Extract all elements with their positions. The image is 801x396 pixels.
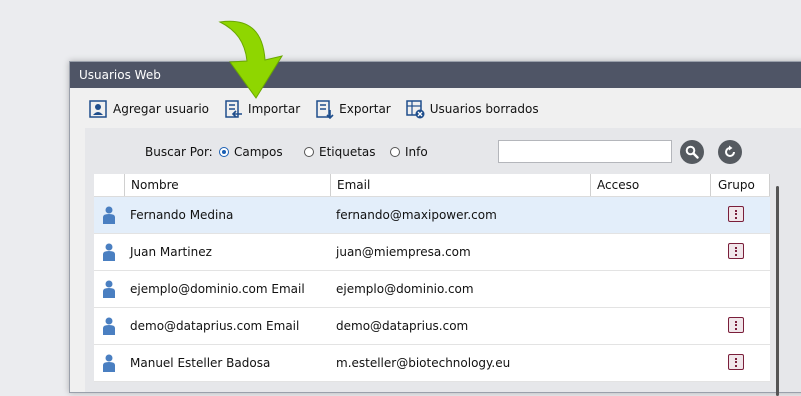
table-row[interactable]: Juan Martinez juan@miempresa.com — [94, 234, 770, 271]
group-menu-button[interactable] — [728, 206, 744, 222]
usuarios-web-window: Usuarios Web Agregar usuario Importar Ex… — [69, 61, 801, 396]
user-name: Fernando Medina — [130, 208, 234, 222]
add-user-label: Agregar usuario — [113, 102, 210, 116]
deleted-users-icon — [405, 100, 425, 119]
user-icon — [103, 354, 115, 372]
refresh-icon — [725, 145, 735, 157]
toolbar: Agregar usuario Importar Exportar Usuari… — [88, 96, 553, 122]
deleted-users-button[interactable]: Usuarios borrados — [405, 99, 539, 119]
search-icon — [685, 145, 699, 159]
export-label: Exportar — [339, 102, 391, 116]
users-panel: Buscar Por: Campos Etiquetas Info Nombre… — [85, 128, 801, 396]
window-title: Usuarios Web — [70, 62, 801, 88]
add-user-button[interactable]: Agregar usuario — [88, 99, 209, 119]
table-row[interactable]: demo@dataprius.com Email demo@dataprius.c… — [94, 308, 770, 345]
user-email: m.esteller@biotechnology.eu — [336, 356, 511, 370]
search-row: Buscar Por: Campos Etiquetas Info — [85, 140, 801, 164]
group-menu-button[interactable] — [728, 354, 744, 370]
radio-dot-selected — [219, 147, 229, 157]
user-email: ejemplo@dominio.com — [336, 282, 474, 296]
user-email: juan@miempresa.com — [336, 245, 471, 259]
import-button[interactable]: Importar — [223, 99, 300, 119]
radio-info[interactable]: Info — [390, 145, 428, 159]
user-icon — [103, 280, 115, 298]
table-row[interactable]: Manuel Esteller Badosa m.esteller@biotech… — [94, 345, 770, 382]
column-header-acceso[interactable]: Acceso — [590, 174, 710, 196]
green-arrow-icon — [218, 20, 284, 99]
group-menu-button[interactable] — [728, 317, 744, 333]
table-body: Fernando Medina fernando@maxipower.com Jua… — [94, 197, 770, 382]
radio-campos-label: Campos — [234, 145, 283, 159]
user-name: demo@dataprius.com Email — [130, 319, 300, 333]
table-header: Nombre Email Acceso Grupo — [94, 174, 770, 197]
radio-etiquetas-label: Etiquetas — [319, 145, 376, 159]
users-table: Nombre Email Acceso Grupo Fernando Medin… — [94, 174, 770, 382]
radio-dot — [390, 147, 400, 157]
export-button[interactable]: Exportar — [314, 99, 391, 119]
deleted-users-label: Usuarios borrados — [429, 102, 539, 116]
search-input[interactable] — [498, 140, 672, 163]
user-email: demo@dataprius.com — [336, 319, 469, 333]
radio-etiquetas[interactable]: Etiquetas — [304, 145, 376, 159]
search-by-label: Buscar Por: — [145, 145, 213, 159]
radio-dot — [304, 147, 314, 157]
radio-info-label: Info — [405, 145, 428, 159]
user-name: Manuel Esteller Badosa — [130, 356, 271, 370]
user-email: fernando@maxipower.com — [336, 208, 497, 222]
column-header-email[interactable]: Email — [330, 174, 590, 196]
column-header-grupo[interactable]: Grupo — [710, 174, 770, 196]
group-menu-button[interactable] — [728, 243, 744, 259]
user-icon — [103, 317, 115, 335]
user-icon — [103, 243, 115, 261]
import-label: Importar — [248, 102, 301, 116]
add-user-icon — [89, 100, 107, 118]
column-header-nombre[interactable]: Nombre — [124, 174, 330, 196]
import-icon — [225, 100, 243, 118]
table-row[interactable]: ejemplo@dominio.com Email ejemplo@dominio… — [94, 271, 770, 308]
vertical-scrollbar[interactable] — [776, 186, 779, 396]
user-icon — [103, 206, 115, 224]
table-row[interactable]: Fernando Medina fernando@maxipower.com — [94, 197, 770, 234]
export-icon — [316, 100, 334, 119]
user-name: ejemplo@dominio.com Email — [130, 282, 305, 296]
user-name: Juan Martinez — [130, 245, 212, 259]
search-button[interactable] — [680, 140, 704, 164]
radio-campos[interactable]: Campos — [219, 145, 283, 159]
refresh-button[interactable] — [718, 140, 742, 164]
